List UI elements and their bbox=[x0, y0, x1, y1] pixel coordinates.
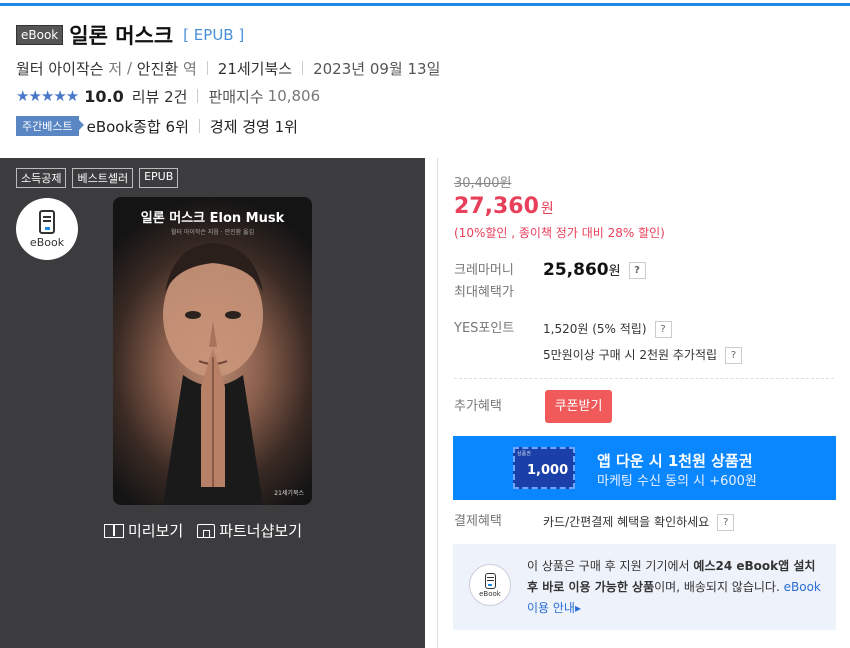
partner-shop-label: 파트너샵보기 bbox=[219, 522, 303, 540]
crema-money-value: 25,860원? bbox=[543, 260, 646, 280]
publish-date: 2023년 09월 13일 bbox=[313, 59, 441, 78]
translator-link[interactable]: 안진환 bbox=[137, 58, 178, 79]
yes-point-amount: 1,520원 (5% 적립) bbox=[543, 322, 647, 336]
price-panel: 30,400원 27,360 원 (10%할인 , 종이책 정가 대비 28% 할… bbox=[437, 158, 850, 648]
divider bbox=[198, 119, 200, 133]
author-link[interactable]: 월터 아이작슨 bbox=[16, 58, 104, 79]
product-tags: 소득공제 베스트셀러 EPUB bbox=[16, 168, 179, 188]
rank-economy[interactable]: 경제 경영 1위 bbox=[210, 116, 298, 137]
weekly-best-badge: 주간베스트 bbox=[16, 116, 84, 136]
phone-icon bbox=[39, 209, 55, 234]
app-download-banner[interactable]: 상품권 1,000 앱 다운 시 1천원 상품권 마케팅 수신 동의 시 +60… bbox=[453, 436, 836, 500]
portrait-illustration bbox=[163, 243, 263, 505]
rank-row: 주간베스트 eBook종합 6위 경제 경영 1위 bbox=[16, 115, 840, 137]
ebook-info-text: 이 상품은 구매 후 지원 기기에서 예스24 eBook앱 설치 후 바로 이… bbox=[527, 556, 827, 619]
help-icon[interactable]: ? bbox=[628, 261, 646, 279]
rating-row: ★★★★★ 10.0 리뷰 2건 판매지수 10,806 bbox=[16, 85, 840, 107]
ebook-info-box: eBook 이 상품은 구매 후 지원 기기에서 예스24 eBook앱 설치 … bbox=[453, 544, 836, 630]
voucher-small-label: 상품권 bbox=[517, 451, 531, 457]
yes-point-extra-text: 5만원이상 구매 시 2천원 추가적립 bbox=[543, 348, 718, 362]
divider bbox=[302, 61, 304, 75]
sale-price-value: 27,360 bbox=[454, 194, 539, 219]
crema-money-amount: 25,860 bbox=[543, 260, 609, 280]
author-role: 저 bbox=[108, 59, 123, 78]
get-coupon-button[interactable]: 쿠폰받기 bbox=[545, 390, 612, 423]
ebook-info-badge: eBook bbox=[469, 564, 511, 606]
review-count-link[interactable]: 리뷰 2건 bbox=[132, 86, 188, 107]
original-price: 30,400원 bbox=[454, 176, 512, 191]
cover-panel: 소득공제 베스트셀러 EPUB eBook 일론 머스크 Elon Musk 월… bbox=[0, 158, 425, 648]
sales-index-label: 판매지수 bbox=[208, 87, 264, 106]
top-accent-bar bbox=[0, 3, 850, 6]
ebook-device-badge: eBook bbox=[16, 198, 78, 260]
divider bbox=[206, 61, 208, 75]
preview-button[interactable]: 미리보기 bbox=[104, 520, 183, 541]
book-title: 일론 머스크 bbox=[69, 24, 174, 48]
translator-role: 역 bbox=[182, 59, 197, 78]
crema-money-label-line1: 크레마머니 bbox=[454, 263, 514, 278]
meta-row: 월터 아이작슨 저 / 안진환 역 21세기북스 2023년 09월 13일 bbox=[16, 57, 840, 79]
rating-score: 10.0 bbox=[84, 86, 124, 106]
preview-label: 미리보기 bbox=[128, 522, 184, 540]
title-row: eBook 일론 머스크 [ EPUB ] bbox=[16, 22, 840, 48]
crema-money-label: 크레마머니 최대혜택가 bbox=[454, 260, 514, 304]
book-open-icon bbox=[104, 523, 124, 538]
ebook-badge-label: eBook bbox=[29, 235, 65, 249]
section-divider bbox=[454, 378, 834, 379]
sale-price-unit: 원 bbox=[540, 201, 554, 217]
rating-stars-icon: ★★★★★ bbox=[16, 87, 79, 105]
crema-money-label-line2: 최대혜택가 bbox=[454, 285, 514, 300]
cover-publisher: 21세기북스 bbox=[274, 490, 304, 497]
publisher-link[interactable]: 21세기북스 bbox=[218, 58, 292, 79]
banner-subtext: 마케팅 수신 동의 시 +600원 bbox=[597, 474, 757, 489]
ebook-info-badge-label: eBook bbox=[479, 589, 501, 598]
yes-point-label: YES포인트 bbox=[454, 321, 515, 336]
tag-epub: EPUB bbox=[139, 168, 179, 188]
banner-headline: 앱 다운 시 1천원 상품권 bbox=[597, 452, 753, 470]
yes-point-value: 1,520원 (5% 적립)? bbox=[543, 320, 672, 338]
slash: / bbox=[126, 59, 133, 77]
payment-benefit-text: 카드/간편결제 혜택을 확인하세요 bbox=[543, 515, 710, 529]
partner-shop-button[interactable]: 파트너샵보기 bbox=[197, 520, 302, 541]
sales-index-value: 10,806 bbox=[267, 87, 321, 105]
phone-icon bbox=[484, 572, 496, 589]
info-text-part1: 이 상품은 구매 후 지원 기기에서 bbox=[527, 559, 694, 573]
help-icon[interactable]: ? bbox=[717, 514, 735, 531]
cover-subtitle: 월터 아이작슨 지음 · 안진환 옮김 bbox=[170, 229, 255, 236]
format-tag: [ EPUB ] bbox=[183, 26, 245, 44]
rank-ebook-total[interactable]: eBook종합 6위 bbox=[87, 116, 189, 137]
help-icon[interactable]: ? bbox=[654, 321, 672, 338]
sale-price: 27,360 원 bbox=[454, 194, 554, 219]
product-header: eBook 일론 머스크 [ EPUB ] 월터 아이작슨 저 / 안진환 역 … bbox=[16, 22, 840, 137]
voucher-icon: 상품권 1,000 bbox=[513, 447, 575, 489]
ebook-badge: eBook bbox=[16, 25, 64, 45]
cover-title: 일론 머스크 Elon Musk bbox=[140, 211, 285, 226]
tag-bestseller: 베스트셀러 bbox=[72, 168, 134, 188]
discount-info: (10%할인 , 종이책 정가 대비 28% 할인) bbox=[454, 226, 665, 240]
voucher-amount: 1,000 bbox=[527, 463, 569, 478]
shop-icon bbox=[197, 523, 216, 538]
help-icon[interactable]: ? bbox=[725, 347, 743, 364]
yes-point-extra: 5만원이상 구매 시 2천원 추가적립? bbox=[543, 346, 743, 364]
divider bbox=[197, 89, 199, 103]
crema-money-unit: 원 bbox=[608, 264, 621, 279]
payment-benefit-label: 결제혜택 bbox=[454, 514, 502, 529]
tag-tax-deduction: 소득공제 bbox=[16, 168, 67, 188]
payment-benefit-value: 카드/간편결제 혜택을 확인하세요? bbox=[543, 513, 735, 531]
preview-actions: 미리보기 파트너샵보기 bbox=[104, 520, 302, 541]
info-text-part3: 이며, 배송되지 않습니다. bbox=[654, 580, 784, 594]
extra-benefit-label: 추가혜택 bbox=[454, 399, 502, 414]
book-cover-image[interactable]: 일론 머스크 Elon Musk 월터 아이작슨 지음 · 안진환 옮김 21세… bbox=[113, 197, 312, 505]
